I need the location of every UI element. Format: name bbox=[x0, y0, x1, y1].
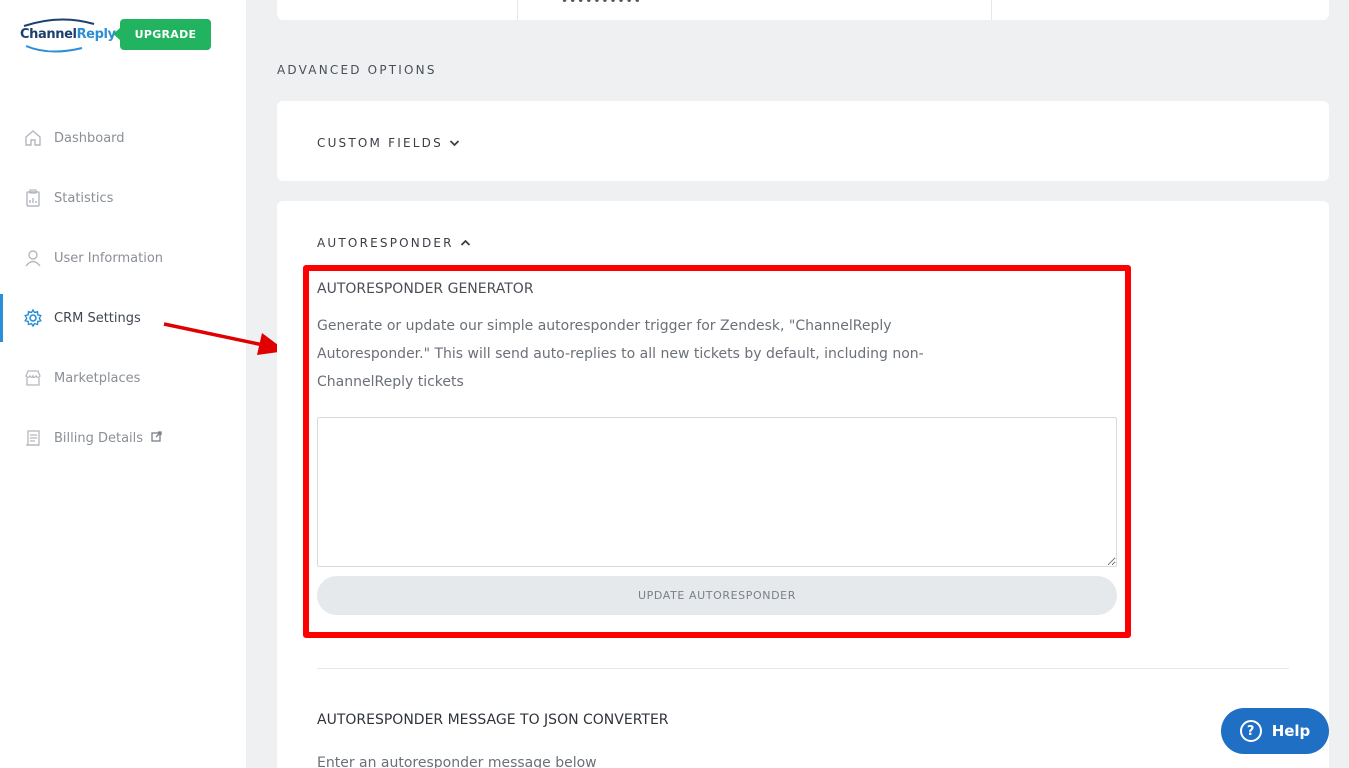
annotation-arrow-icon bbox=[163, 322, 286, 355]
help-label: Help bbox=[1271, 722, 1311, 740]
sidebar-item-billing-details[interactable]: Billing Details bbox=[0, 414, 246, 462]
sidebar-item-label: User Information bbox=[54, 250, 164, 266]
clipboard-chart-icon bbox=[22, 187, 44, 209]
external-link-icon bbox=[151, 430, 162, 446]
autoresponder-toggle[interactable]: AUTORESPONDER bbox=[317, 236, 471, 250]
section-title: ADVANCED OPTIONS bbox=[277, 63, 437, 77]
divider bbox=[517, 0, 518, 20]
sidebar: ChannelReply UPGRADE Dashboard Statistic… bbox=[0, 0, 246, 768]
custom-fields-label: CUSTOM FIELDS bbox=[317, 136, 443, 150]
update-autoresponder-button[interactable]: UPDATE AUTORESPONDER bbox=[317, 576, 1117, 615]
chevron-down-icon bbox=[449, 139, 460, 147]
gear-icon bbox=[22, 307, 44, 329]
json-converter-hint: Enter an autoresponder message below bbox=[317, 755, 597, 768]
custom-fields-toggle[interactable]: CUSTOM FIELDS bbox=[317, 136, 460, 150]
autoresponder-textarea[interactable] bbox=[317, 417, 1117, 567]
sidebar-item-label: Dashboard bbox=[54, 130, 125, 146]
help-button[interactable]: ? Help bbox=[1221, 708, 1329, 754]
question-icon: ? bbox=[1239, 720, 1262, 742]
channelreply-logo[interactable]: ChannelReply bbox=[20, 18, 116, 54]
store-icon bbox=[22, 367, 44, 389]
generator-description: Generate or update our simple autorespon… bbox=[317, 318, 924, 390]
logo-text-part2: Reply bbox=[76, 27, 116, 42]
generator-title: AUTORESPONDER GENERATOR bbox=[317, 281, 534, 297]
sidebar-item-marketplaces[interactable]: Marketplaces bbox=[0, 354, 246, 402]
custom-fields-card: CUSTOM FIELDS bbox=[277, 101, 1329, 181]
json-converter-title: AUTORESPONDER MESSAGE TO JSON CONVERTER bbox=[317, 712, 669, 728]
divider bbox=[991, 0, 992, 20]
sidebar-item-statistics[interactable]: Statistics bbox=[0, 174, 246, 222]
user-icon bbox=[22, 247, 44, 269]
divider bbox=[317, 668, 1289, 669]
upgrade-button[interactable]: UPGRADE bbox=[113, 19, 211, 50]
logo-text: ChannelReply bbox=[20, 27, 116, 42]
sidebar-item-label: Marketplaces bbox=[54, 370, 141, 386]
sidebar-item-label: CRM Settings bbox=[54, 310, 141, 326]
home-icon bbox=[22, 127, 44, 149]
sidebar-item-dashboard[interactable]: Dashboard bbox=[0, 114, 246, 162]
chevron-up-icon bbox=[460, 239, 471, 247]
top-settings-card: •••••••••• bbox=[277, 0, 1329, 20]
sidebar-item-label: Statistics bbox=[54, 190, 114, 206]
autoresponder-card: AUTORESPONDER AUTORESPONDER GENERATOR Ge… bbox=[277, 201, 1329, 768]
receipt-icon bbox=[22, 427, 44, 449]
sidebar-item-user-information[interactable]: User Information bbox=[0, 234, 246, 282]
logo-text-part1: Channel bbox=[20, 27, 77, 42]
sidebar-item-label: Billing Details bbox=[54, 430, 144, 446]
masked-value: •••••••••• bbox=[561, 0, 642, 8]
autoresponder-label: AUTORESPONDER bbox=[317, 236, 454, 250]
